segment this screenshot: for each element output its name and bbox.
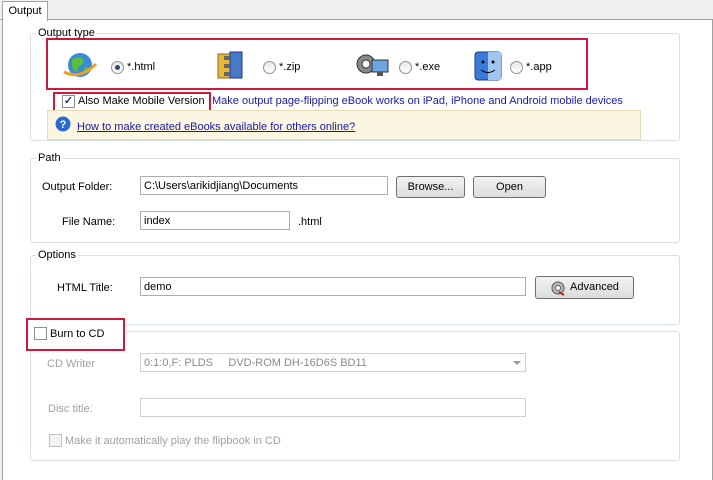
mac-finder-icon [473,50,503,82]
gear-computer-icon [354,50,390,82]
help-icon: ? [55,116,71,132]
html-title-input[interactable]: demo [140,277,526,296]
tab-gap [3,19,46,20]
file-extension: .html [298,216,322,228]
disc-title-input[interactable] [140,398,526,417]
zip-option-label: *.zip [279,61,301,73]
options-title: Options [36,249,78,261]
html-title-label: HTML Title: [57,282,113,294]
advanced-button[interactable]: Advanced [535,276,634,299]
html-radio[interactable] [111,61,124,74]
cd-writer-select[interactable]: 0:1:0,F: PLDS DVD-ROM DH-16D6S BD11 [140,353,526,372]
cd-writer-value: 0:1:0,F: PLDS DVD-ROM DH-16D6S BD11 [144,357,367,369]
open-button[interactable]: Open [473,176,546,198]
tab-output[interactable]: Output [2,1,48,21]
burn-to-cd-checkbox[interactable] [34,327,47,340]
output-folder-input[interactable]: C:\Users\arikidjiang\Documents [140,176,388,195]
path-title: Path [36,152,63,164]
html-option-label: *.html [127,61,156,73]
zip-archive-icon [216,50,246,82]
file-name-label: File Name: [62,216,116,228]
app-option-label: *.app [526,61,552,73]
mobile-version-checkbox[interactable]: ✓ [62,95,75,108]
autoplay-checkbox[interactable] [49,434,62,447]
svg-text:?: ? [60,119,67,131]
exe-radio[interactable] [399,61,412,74]
globe-icon [62,50,98,82]
app-radio[interactable] [510,61,523,74]
path-group [30,158,680,243]
file-name-input[interactable]: index [140,211,290,230]
autoplay-label: Make it automatically play the flipbook … [65,435,281,447]
disc-title-label: Disc title: [48,403,93,415]
exe-option-label: *.exe [415,61,441,73]
mobile-version-label: Also Make Mobile Version [78,95,205,107]
zip-radio[interactable] [263,61,276,74]
burn-to-cd-label: Burn to CD [50,328,105,340]
output-folder-label: Output Folder: [42,181,113,193]
advanced-settings-icon [550,280,566,296]
chevron-down-icon [513,361,521,365]
browse-button[interactable]: Browse... [396,176,465,198]
advanced-button-label: Advanced [570,281,619,293]
cd-writer-label: CD Writer [47,358,96,370]
mobile-description: Make output page-flipping eBook works on… [212,95,623,107]
help-link[interactable]: How to make created eBooks available for… [77,121,355,133]
